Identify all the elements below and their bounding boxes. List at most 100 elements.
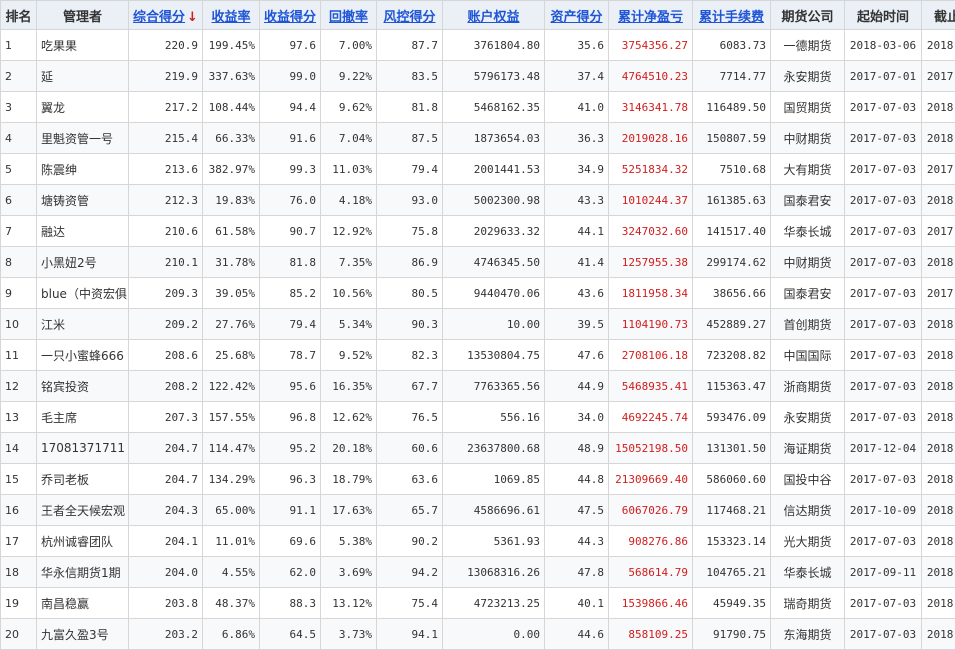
manager-cell[interactable]: 陈震绅 (37, 154, 129, 185)
start-date-cell: 2017-07-01 (845, 61, 922, 92)
end-date-cell: 2018-06-08 (922, 526, 955, 557)
equity-cell: 1873654.03 (443, 123, 545, 154)
col-header-asset-score-sort[interactable]: 资产得分 (545, 1, 609, 30)
asset-score-cell: 47.5 (545, 495, 609, 526)
col-header-net-pnl-sort[interactable]: 累计净盈亏 (609, 1, 693, 30)
broker-cell: 国贸期货 (771, 92, 845, 123)
manager-cell[interactable]: blue（中资宏俱 (37, 278, 129, 309)
composite-score-cell: 209.2 (129, 309, 203, 340)
equity-cell: 10.00 (443, 309, 545, 340)
equity-cell: 7763365.56 (443, 371, 545, 402)
end-date-cell: 2018-01-03 (922, 185, 955, 216)
start-date-cell: 2017-07-03 (845, 154, 922, 185)
table-row: 18华永信期货1期204.04.55%62.03.69%94.213068316… (1, 557, 955, 588)
col-header-fees-sort[interactable]: 累计手续费 (693, 1, 771, 30)
return-rate-cell: 39.05% (203, 278, 260, 309)
return-score-cell: 96.3 (260, 464, 321, 495)
manager-cell[interactable]: 翼龙 (37, 92, 129, 123)
return-rate-cell: 11.01% (203, 526, 260, 557)
table-row: 6塘铸资管212.319.83%76.04.18%93.05002300.984… (1, 185, 955, 216)
manager-cell[interactable]: 里魁资管一号 (37, 123, 129, 154)
col-header-equity-sort[interactable]: 账户权益 (443, 1, 545, 30)
manager-cell[interactable]: 江米 (37, 309, 129, 340)
asset-score-cell: 44.1 (545, 216, 609, 247)
return-score-cell: 91.1 (260, 495, 321, 526)
manager-cell[interactable]: 乔司老板 (37, 464, 129, 495)
rank-cell: 3 (1, 92, 37, 123)
broker-cell: 国泰君安 (771, 278, 845, 309)
manager-cell[interactable]: 延 (37, 61, 129, 92)
col-header-return-score-sort[interactable]: 收益得分 (260, 1, 321, 30)
col-header-composite-score-label[interactable]: 综合得分 (133, 10, 185, 25)
end-date-cell: 2017-11-24 (922, 216, 955, 247)
composite-score-cell: 204.3 (129, 495, 203, 526)
risk-score-cell: 94.2 (377, 557, 443, 588)
col-header-risk-score-sort[interactable]: 风控得分 (377, 1, 443, 30)
manager-cell[interactable]: 九富久盈3号 (37, 619, 129, 650)
rank-cell: 18 (1, 557, 37, 588)
table-row: 9blue（中资宏俱209.339.05%85.210.56%80.594404… (1, 278, 955, 309)
fees-cell: 161385.63 (693, 185, 771, 216)
col-header-return-rate-sort[interactable]: 收益率 (203, 1, 260, 30)
manager-cell[interactable]: 一只小蜜蜂666 (37, 340, 129, 371)
composite-score-cell: 204.7 (129, 464, 203, 495)
manager-cell[interactable]: 毛主席 (37, 402, 129, 433)
start-date-cell: 2017-07-03 (845, 526, 922, 557)
net-pnl-cell: 908276.86 (609, 526, 693, 557)
asset-score-cell: 37.4 (545, 61, 609, 92)
net-pnl-cell: 2019028.16 (609, 123, 693, 154)
composite-score-cell: 204.1 (129, 526, 203, 557)
equity-cell: 5468162.35 (443, 92, 545, 123)
broker-cell: 大有期货 (771, 154, 845, 185)
fees-cell: 6083.73 (693, 30, 771, 61)
composite-score-cell: 209.3 (129, 278, 203, 309)
risk-score-cell: 86.9 (377, 247, 443, 278)
manager-cell[interactable]: 杭州诚睿团队 (37, 526, 129, 557)
drawdown-cell: 20.18% (321, 433, 377, 464)
fees-cell: 131301.50 (693, 433, 771, 464)
drawdown-cell: 5.34% (321, 309, 377, 340)
end-date-cell: 2018-06-08 (922, 557, 955, 588)
manager-cell[interactable]: 铭宾投资 (37, 371, 129, 402)
manager-cell[interactable]: 吃果果 (37, 30, 129, 61)
equity-cell: 1069.85 (443, 464, 545, 495)
manager-cell[interactable]: 王者全天候宏观 (37, 495, 129, 526)
return-rate-cell: 66.33% (203, 123, 260, 154)
manager-cell[interactable]: 华永信期货1期 (37, 557, 129, 588)
fees-cell: 104765.21 (693, 557, 771, 588)
end-date-cell: 2018-06-08 (922, 309, 955, 340)
table-row: 10江米209.227.76%79.45.34%90.310.0039.5110… (1, 309, 955, 340)
asset-score-cell: 44.6 (545, 619, 609, 650)
return-score-cell: 90.7 (260, 216, 321, 247)
asset-score-cell: 41.0 (545, 92, 609, 123)
return-score-cell: 78.7 (260, 340, 321, 371)
col-header-composite-score-sort[interactable]: 综合得分↓ (129, 1, 203, 30)
equity-cell: 13530804.75 (443, 340, 545, 371)
broker-cell: 华泰长城 (771, 557, 845, 588)
risk-score-cell: 90.2 (377, 526, 443, 557)
end-date-cell: 2018-06-08 (922, 433, 955, 464)
net-pnl-cell: 3247032.60 (609, 216, 693, 247)
end-date-cell: 2018-06-08 (922, 619, 955, 650)
drawdown-cell: 7.35% (321, 247, 377, 278)
sort-desc-arrow-icon[interactable]: ↓ (187, 10, 198, 25)
risk-score-cell: 67.7 (377, 371, 443, 402)
manager-cell[interactable]: 塘铸资管 (37, 185, 129, 216)
rank-cell: 14 (1, 433, 37, 464)
risk-score-cell: 82.3 (377, 340, 443, 371)
end-date-cell: 2018-05-30 (922, 340, 955, 371)
asset-score-cell: 43.3 (545, 185, 609, 216)
manager-cell[interactable]: 小黑妞2号 (37, 247, 129, 278)
drawdown-cell: 18.79% (321, 464, 377, 495)
risk-score-cell: 90.3 (377, 309, 443, 340)
col-header-drawdown-sort[interactable]: 回撤率 (321, 1, 377, 30)
return-rate-cell: 31.78% (203, 247, 260, 278)
net-pnl-cell: 4764510.23 (609, 61, 693, 92)
risk-score-cell: 81.8 (377, 92, 443, 123)
manager-cell[interactable]: 17081371711 (37, 433, 129, 464)
broker-cell: 国投中谷 (771, 464, 845, 495)
start-date-cell: 2017-07-03 (845, 340, 922, 371)
manager-cell[interactable]: 融达 (37, 216, 129, 247)
manager-cell[interactable]: 南昌稳赢 (37, 588, 129, 619)
asset-score-cell: 47.6 (545, 340, 609, 371)
